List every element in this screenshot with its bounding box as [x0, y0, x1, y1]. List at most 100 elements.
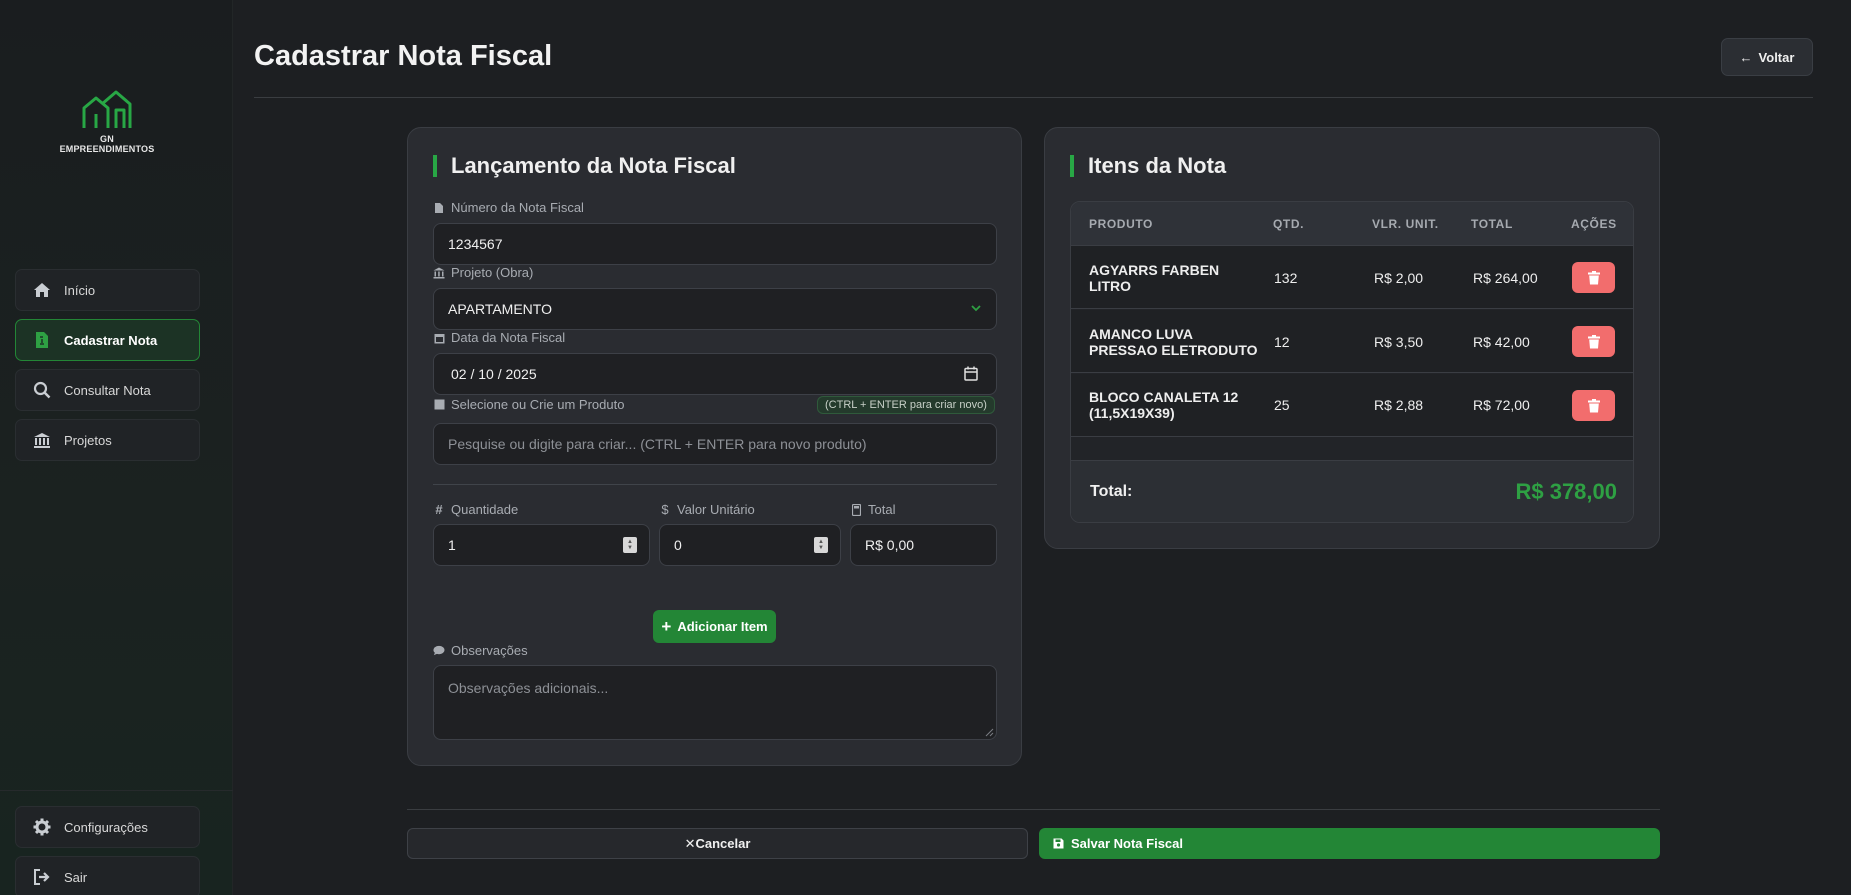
sidebar-item-label: Início: [64, 282, 96, 298]
sidebar-item-consultar-nota[interactable]: Consultar Nota: [15, 369, 200, 411]
row-produto: BLOCO CANALETA 12 (11,5X19X39): [1089, 389, 1239, 421]
form-divider: [433, 484, 997, 485]
produto-search-input[interactable]: Pesquise ou digite para criar... (CTRL +…: [433, 423, 997, 465]
calculator-icon: [850, 503, 862, 516]
logout-icon: [32, 867, 52, 887]
quantidade-stepper[interactable]: ▲ ▼: [623, 537, 637, 553]
delete-item-button[interactable]: [1572, 390, 1615, 421]
projeto-label: Projeto (Obra): [433, 265, 533, 280]
table-row: BLOCO CANALETA 12 (11,5X19X39) 25 R$ 2,8…: [1071, 374, 1633, 437]
row-unit: R$ 2,88: [1374, 397, 1424, 413]
building-logo-icon: [82, 90, 132, 128]
home-icon: [32, 280, 52, 300]
observacoes-textarea[interactable]: Observações adicionais...: [433, 665, 997, 740]
sidebar-item-label: Sair: [64, 869, 88, 885]
hashtag-icon: #: [435, 502, 443, 517]
items-total-box: Total: R$ 378,00: [1071, 460, 1633, 522]
items-title: Itens da Nota: [1070, 155, 1226, 177]
trash-icon: [1587, 334, 1600, 348]
gear-icon: [32, 817, 52, 837]
table-row: AMANCO LUVA PRESSAO ELETRODUTO 12 R$ 3,5…: [1071, 310, 1633, 373]
sidebar-item-label: Cadastrar Nota: [64, 332, 158, 348]
search-icon: [32, 380, 52, 400]
sidebar-divider: [0, 790, 233, 791]
quantidade-input[interactable]: 1 ▲ ▼: [433, 524, 650, 566]
add-item-label: Adicionar Item: [677, 619, 768, 634]
table-header: PRODUTO QTD. VLR. UNIT. TOTAL AÇÕES: [1071, 202, 1633, 246]
sidebar-item-inicio[interactable]: Início: [15, 269, 200, 311]
row-total: R$ 264,00: [1473, 270, 1538, 286]
save-icon: [1053, 838, 1064, 849]
row-qtd: 12: [1274, 334, 1290, 350]
sidebar-item-label: Configurações: [64, 819, 148, 835]
sidebar-item-label: Consultar Nota: [64, 382, 151, 398]
valor-unitario-stepper[interactable]: ▲ ▼: [814, 537, 828, 553]
items-table: PRODUTO QTD. VLR. UNIT. TOTAL AÇÕES AGYA…: [1070, 201, 1634, 523]
add-item-button[interactable]: + Adicionar Item: [653, 610, 776, 643]
valor-unitario-input[interactable]: 0 ▲ ▼: [659, 524, 841, 566]
col-vlr-unit: VLR. UNIT.: [1372, 217, 1439, 231]
row-qtd: 132: [1274, 270, 1298, 286]
footer-divider: [407, 809, 1660, 810]
box-icon: [433, 399, 445, 411]
observacoes-label: Observações: [433, 643, 528, 658]
sidebar-item-configuracoes[interactable]: Configurações: [15, 806, 200, 848]
row-produto: AMANCO LUVA PRESSAO ELETRODUTO: [1089, 326, 1258, 358]
calendar-picker-icon[interactable]: [964, 366, 978, 384]
data-nota-value: 02 / 10 / 2025: [451, 366, 537, 382]
total-label: Total:: [1090, 483, 1133, 500]
row-unit: R$ 2,00: [1374, 270, 1424, 286]
back-button[interactable]: ← Voltar: [1721, 38, 1813, 76]
cancel-label: Cancelar: [695, 836, 751, 851]
col-qtd: QTD.: [1273, 217, 1305, 231]
sidebar-item-cadastrar-nota[interactable]: Cadastrar Nota: [15, 319, 200, 361]
table-row: AGYARRS FARBEN LITRO 132 R$ 2,00 R$ 264,…: [1071, 246, 1633, 309]
total-label: Total: [850, 502, 895, 517]
col-produto: PRODUTO: [1089, 217, 1153, 231]
numero-label: Número da Nota Fiscal: [433, 200, 584, 215]
sidebar-item-label: Projetos: [64, 432, 112, 448]
page-title: Cadastrar Nota Fiscal: [254, 40, 553, 72]
row-unit: R$ 3,50: [1374, 334, 1424, 350]
sidebar: GN EMPREENDIMENTOS Início Cadastrar Nota…: [0, 0, 233, 895]
back-button-label: Voltar: [1758, 49, 1795, 65]
file-invoice-icon: [32, 330, 52, 350]
col-acoes: AÇÕES: [1571, 217, 1617, 231]
data-label: Data da Nota Fiscal: [433, 330, 565, 345]
sidebar-item-sair[interactable]: Sair: [15, 856, 200, 895]
resize-handle-icon[interactable]: [984, 727, 994, 737]
total-value: R$ 378,00: [1515, 479, 1617, 504]
quantidade-value: 1: [448, 537, 456, 553]
chevron-down-icon: [970, 301, 982, 317]
row-produto: AGYARRS FARBEN LITRO: [1089, 262, 1220, 294]
dollar-icon: $: [661, 502, 669, 517]
trash-icon: [1587, 270, 1600, 284]
plus-icon: +: [661, 616, 672, 636]
save-label: Salvar Nota Fiscal: [1071, 836, 1183, 851]
header-divider: [254, 97, 1813, 98]
trash-icon: [1587, 398, 1600, 412]
save-invoice-button[interactable]: Salvar Nota Fiscal: [1039, 828, 1660, 859]
delete-item-button[interactable]: [1572, 262, 1615, 293]
col-total: TOTAL: [1471, 217, 1513, 231]
sidebar-item-projetos[interactable]: Projetos: [15, 419, 200, 461]
arrow-left-icon: ←: [1739, 49, 1753, 65]
observacoes-placeholder: Observações adicionais...: [448, 680, 609, 696]
bank-icon: [32, 430, 52, 450]
close-icon: ✕: [684, 835, 696, 851]
numero-nota-input[interactable]: 1234567: [433, 223, 997, 265]
form-title: Lançamento da Nota Fiscal: [433, 155, 736, 177]
data-nota-input[interactable]: 02 / 10 / 2025: [433, 353, 997, 395]
bank-icon: [433, 267, 445, 279]
comment-icon: [433, 645, 445, 657]
row-total: R$ 72,00: [1473, 397, 1530, 413]
row-total: R$ 42,00: [1473, 334, 1530, 350]
quantidade-label: # Quantidade: [433, 502, 518, 517]
delete-item-button[interactable]: [1572, 326, 1615, 357]
projeto-select[interactable]: APARTAMENTO: [433, 288, 997, 330]
projeto-selected-value: APARTAMENTO: [448, 301, 552, 317]
cancel-button[interactable]: ✕ Cancelar: [407, 828, 1028, 859]
brand-logo: GN EMPREENDIMENTOS: [52, 88, 162, 154]
brand-name: GN EMPREENDIMENTOS: [59, 134, 155, 154]
produto-label: Selecione ou Crie um Produto: [433, 397, 624, 412]
